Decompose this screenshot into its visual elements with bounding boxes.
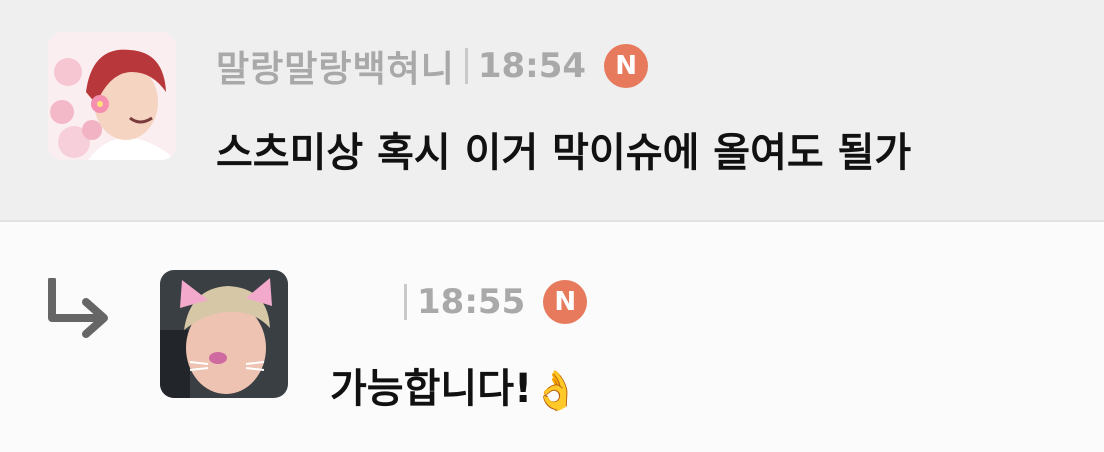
meta-divider: [464, 48, 468, 84]
reply-text: 가능합니다!: [330, 366, 533, 412]
avatar-image: [48, 32, 176, 160]
meta-divider: [404, 284, 407, 320]
comment-meta: 말랑말랑백혀니 18:54 N: [216, 44, 649, 90]
new-badge-icon: N: [604, 44, 649, 88]
new-badge-icon: N: [543, 280, 588, 324]
avatar-image: [160, 270, 288, 398]
comment-reply: 18:55 N 가능합니다!👌: [0, 222, 1104, 452]
comment-text: 가능합니다!👌: [330, 356, 580, 414]
comment-text: 스츠미상 혹시 이거 막이슈에 올여도 될가: [216, 130, 912, 176]
reply-arrow-icon: [48, 278, 108, 338]
author-name[interactable]: 말랑말랑백혀니: [216, 40, 455, 92]
comment-main: 말랑말랑백혀니 18:54 N 스츠미상 혹시 이거 막이슈에 올여도 될가: [0, 0, 1104, 222]
avatar[interactable]: [160, 270, 288, 398]
timestamp: 18:54: [477, 46, 587, 86]
timestamp: 18:55: [417, 282, 526, 322]
avatar[interactable]: [48, 32, 176, 160]
comment-meta: 18:55 N: [404, 280, 588, 324]
ok-hand-icon: 👌: [532, 368, 580, 413]
